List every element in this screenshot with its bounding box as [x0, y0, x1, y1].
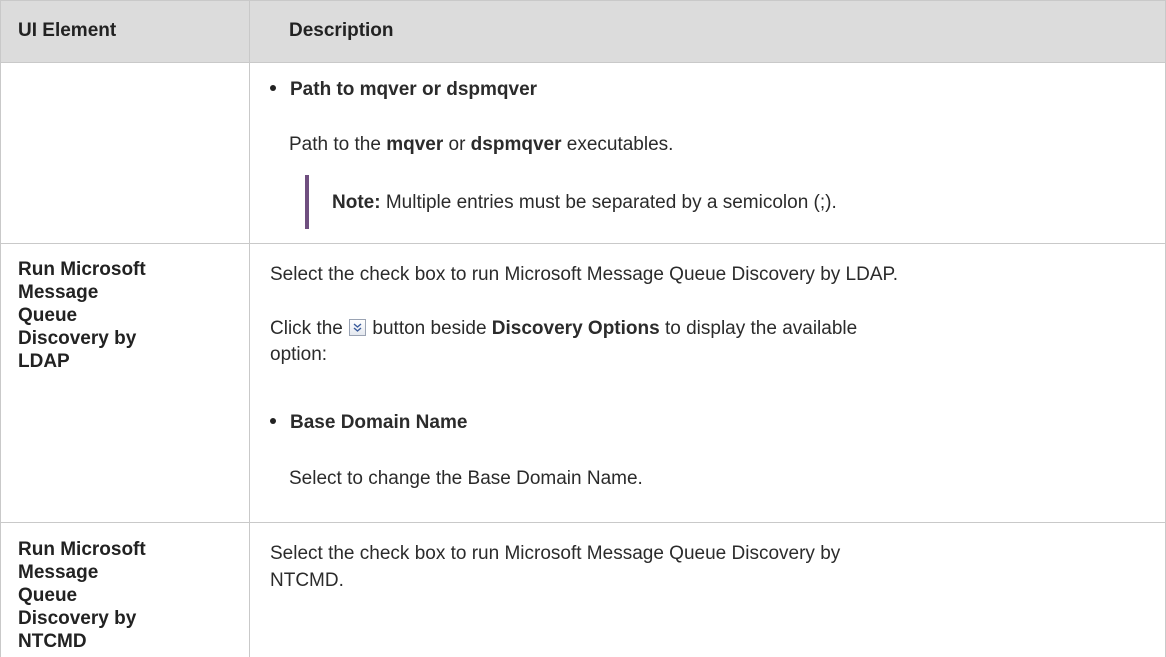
header-description: Description	[289, 20, 394, 41]
bullet-icon	[270, 417, 276, 424]
base-domain-title: Base Domain Name	[290, 412, 468, 433]
table-row-1-bullet: Path to mqver or dspmqver	[270, 77, 537, 103]
header-divider	[0, 62, 1166, 63]
note-bar	[305, 175, 309, 229]
ntcmd-description-line2: NTCMD.	[270, 570, 344, 591]
table-border-left	[0, 0, 1, 657]
column-divider	[249, 0, 250, 657]
double-chevron-down-icon	[353, 323, 362, 332]
row-divider-2	[0, 522, 1166, 523]
ldap-description-line2-cont: option:	[270, 344, 328, 365]
ldap-description-line2: Click the button beside Discovery Option…	[270, 318, 858, 339]
expand-options-button[interactable]	[349, 319, 367, 336]
header-ui-element: UI Element	[18, 20, 117, 41]
table-row-2-bullet: Base Domain Name	[270, 410, 467, 436]
note-text: Note: Multiple entries must be separated…	[332, 192, 837, 213]
ntcmd-description-line1: Select the check box to run Microsoft Me…	[270, 543, 841, 564]
bullet-icon	[270, 84, 276, 91]
row-divider-1	[0, 243, 1166, 244]
options-table: UI Element Description Path to mqver or …	[0, 0, 1166, 657]
path-option-description: Path to the mqver or dspmqver executable…	[289, 134, 674, 155]
path-option-title: Path to mqver or dspmqver	[290, 79, 538, 100]
ldap-description-line1: Select the check box to run Microsoft Me…	[270, 264, 899, 285]
ui-element-ntcmd: Run Microsoft Message Queue Discovery by…	[18, 539, 146, 652]
base-domain-description: Select to change the Base Domain Name.	[289, 468, 643, 489]
ui-element-ldap: Run Microsoft Message Queue Discovery by…	[18, 259, 146, 372]
table-header	[0, 0, 1166, 62]
table-border-top	[0, 0, 1166, 1]
